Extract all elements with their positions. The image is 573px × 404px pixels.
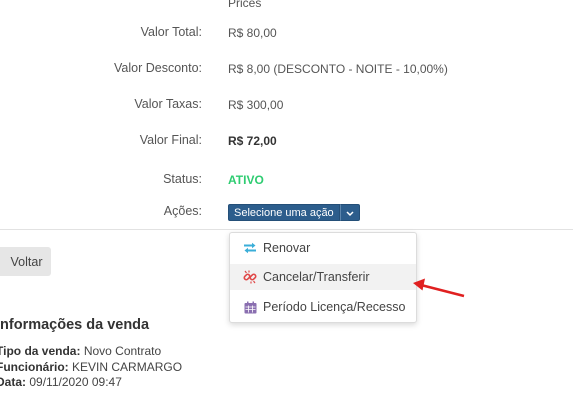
field-value: R$ 72,00 — [228, 134, 277, 148]
field-label: Valor Final: — [139, 133, 202, 147]
info-value: KEVIN CARMARGO — [72, 360, 183, 374]
divider — [0, 229, 573, 230]
info-data: Data: 09/11/2020 09:47 — [0, 375, 122, 389]
select-action-button[interactable]: Selecione uma ação — [228, 204, 340, 221]
menu-item-label: Cancelar/Transferir — [263, 270, 370, 284]
status-badge: ATIVO — [228, 173, 264, 187]
dropdown-toggle[interactable] — [339, 204, 360, 222]
field-label: Valor Desconto: — [113, 61, 202, 75]
action-dropdown[interactable]: Selecione uma ação — [228, 204, 360, 221]
chain-broken-icon — [243, 270, 257, 284]
exchange-icon — [243, 241, 257, 255]
field-row-status: Status: ATIVO — [0, 172, 573, 192]
field-label: Ações: — [163, 204, 202, 218]
back-button[interactable]: Voltar — [0, 247, 51, 276]
info-funcionario: Funcionário: KEVIN CARMARGO — [0, 360, 182, 374]
field-row-valor-total: Valor Total: R$ 80,00 — [0, 25, 573, 45]
info-label: Data: — [0, 375, 27, 389]
calendar-icon — [243, 300, 257, 314]
menu-item-cancelar-transferir[interactable]: Cancelar/Transferir — [230, 264, 416, 290]
clipped-field-value: Prices — [228, 0, 262, 10]
field-value: R$ 300,00 — [228, 98, 284, 112]
actions-dropdown-menu: Renovar Cancelar/Transferir Período Lice… — [229, 232, 417, 323]
field-value: R$ 8,00 (DESCONTO - NOITE - 10,00%) — [228, 62, 448, 76]
field-label: Valor Total: — [140, 25, 202, 39]
field-label: Valor Taxas: — [134, 97, 202, 111]
field-row-valor-final: Valor Final: R$ 72,00 — [0, 133, 573, 153]
menu-item-label: Renovar — [263, 241, 311, 255]
info-value: 09/11/2020 09:47 — [29, 375, 122, 389]
menu-item-label: Período Licença/Recesso — [263, 300, 406, 314]
field-row-valor-desconto: Valor Desconto: R$ 8,00 (DESCONTO - NOIT… — [0, 61, 573, 81]
field-row-valor-taxas: Valor Taxas: R$ 300,00 — [0, 97, 573, 117]
info-label: Tipo da venda: — [0, 344, 81, 358]
info-tipo-venda: Tipo da venda: Novo Contrato — [0, 344, 161, 358]
field-label: Status: — [163, 172, 202, 186]
menu-item-periodo-licenca[interactable]: Período Licença/Recesso — [230, 294, 416, 320]
field-value: R$ 80,00 — [228, 26, 277, 40]
info-label: Funcionário: — [0, 360, 69, 374]
section-title: Informações da venda — [0, 317, 150, 333]
menu-item-renovar[interactable]: Renovar — [230, 235, 416, 261]
info-value: Novo Contrato — [83, 344, 162, 358]
chevron-down-icon — [346, 204, 354, 222]
